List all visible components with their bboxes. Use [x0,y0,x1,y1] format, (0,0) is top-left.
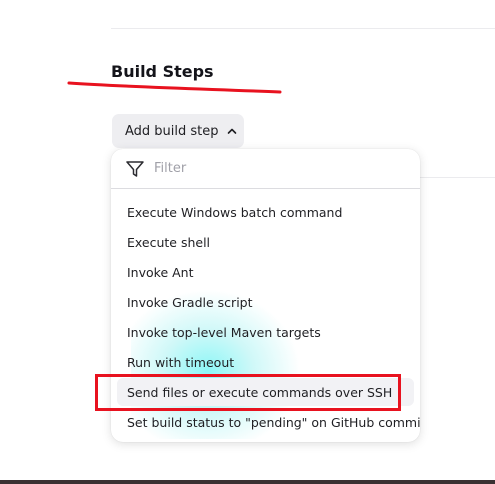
menu-item-invoke-maven[interactable]: Invoke top-level Maven targets [117,318,414,346]
add-build-step-label: Add build step [125,123,219,139]
chevron-up-icon [227,128,236,134]
menu-item-execute-windows-batch[interactable]: Execute Windows batch command [117,198,414,226]
filter-row [111,149,420,189]
add-build-step-button[interactable]: Add build step [112,114,244,148]
build-step-dropdown: Execute Windows batch command Execute sh… [111,149,420,442]
menu-item-invoke-ant[interactable]: Invoke Ant [117,258,414,286]
filter-icon [126,160,144,177]
filter-input[interactable] [154,161,394,176]
menu-item-set-build-status-github[interactable]: Set build status to "pending" on GitHub … [117,408,420,436]
section-divider [111,28,495,29]
section-divider-right [420,177,495,178]
menu-item-run-with-timeout[interactable]: Run with timeout [117,348,414,376]
menu-item-send-files-ssh[interactable]: Send files or execute commands over SSH [117,378,414,406]
window-bottom-edge [0,480,495,484]
menu-item-invoke-gradle[interactable]: Invoke Gradle script [117,288,414,316]
menu-item-execute-shell[interactable]: Execute shell [117,228,414,256]
section-title: Build Steps [111,62,214,81]
